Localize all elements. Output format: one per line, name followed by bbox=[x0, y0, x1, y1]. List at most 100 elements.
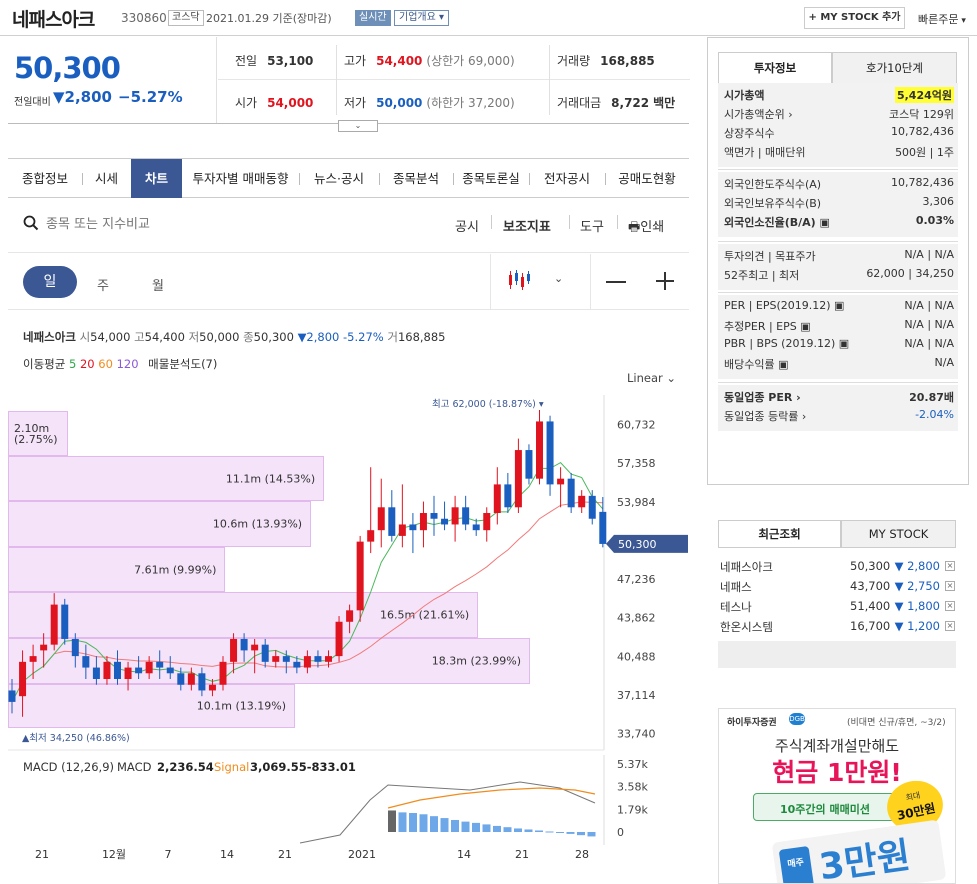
candle bbox=[430, 513, 438, 519]
macd-tick-label: 3.58k bbox=[617, 781, 648, 794]
price-tick-label: 40,488 bbox=[617, 650, 656, 663]
price-tick-label: 43,862 bbox=[617, 612, 656, 625]
candle bbox=[398, 524, 406, 536]
invest-label: PER | EPS(2019.12) ▣ bbox=[724, 299, 845, 312]
candle bbox=[8, 690, 16, 702]
candle bbox=[103, 661, 111, 680]
candle bbox=[177, 673, 185, 685]
macd-histogram-bar bbox=[524, 829, 533, 832]
recent-stock-item[interactable]: 테스나 51,400 ▼ 1,800 × bbox=[718, 596, 956, 616]
price-tick-label: 57,358 bbox=[617, 457, 656, 470]
tab-order-book[interactable]: 호가10단계 bbox=[832, 52, 957, 84]
signal-line bbox=[387, 787, 596, 809]
macd-histogram-bar bbox=[493, 825, 501, 832]
remove-icon[interactable]: × bbox=[945, 581, 955, 591]
macd-label: MACD (12,26,9) bbox=[23, 760, 114, 774]
tab-mystock[interactable]: MY STOCK bbox=[841, 520, 956, 548]
invest-label: 시가총액순위 › bbox=[724, 108, 793, 121]
recent-stock-change: ▼ 1,800 bbox=[894, 599, 940, 613]
invest-value: 10,782,436 bbox=[891, 125, 954, 138]
recent-stock-change: ▼ 1,200 bbox=[894, 619, 940, 633]
candle bbox=[293, 661, 301, 668]
macd-histogram-bar bbox=[482, 824, 491, 832]
invest-label: 동일업종 등락률 › bbox=[724, 410, 807, 423]
ad-banner[interactable]: 하이투자증권 DGB (비대면 신규/휴면, ~3/2) 주식계좌개설만해도 현… bbox=[718, 708, 956, 884]
remove-icon[interactable]: × bbox=[945, 561, 955, 571]
recent-stock-name: 테스나 bbox=[720, 600, 752, 614]
x-axis-label: 7 bbox=[165, 848, 172, 861]
price-chart[interactable]: 60,732 57,358 53,984 47,236 43,862 40,488 37,1… bbox=[0, 0, 700, 884]
candle bbox=[272, 656, 280, 662]
invest-label: 상장주식수 bbox=[724, 127, 775, 140]
candle bbox=[314, 656, 322, 662]
recent-stock-name: 네패스아크 bbox=[720, 560, 773, 574]
add-mystock-button[interactable]: + MY STOCK 추가 bbox=[804, 7, 905, 29]
max-label: 최고 62,000 (-18.87%) ▾ bbox=[432, 399, 544, 410]
invest-row: 52주최고 | 최저 62,000 | 34,250 bbox=[724, 267, 954, 286]
remove-icon[interactable]: × bbox=[945, 601, 955, 611]
recent-stock-price: 43,700 bbox=[850, 579, 891, 593]
invest-row: 추정PER | EPS ▣ N/A | N/A bbox=[724, 318, 954, 337]
invest-value: N/A | N/A bbox=[904, 248, 954, 261]
candle bbox=[525, 450, 533, 479]
invest-value: 코스닥 129위 bbox=[889, 108, 954, 121]
macd-histogram-bar bbox=[409, 813, 417, 832]
price-tick-label: 33,740 bbox=[617, 728, 656, 741]
recent-stock-item[interactable]: 네패스 43,700 ▼ 2,750 × bbox=[718, 576, 956, 596]
recent-stock-item[interactable]: 한온시스템 16,700 ▼ 1,200 × bbox=[718, 616, 956, 636]
macd-tick-label: 0 bbox=[617, 826, 624, 839]
macd-histogram-bar bbox=[545, 831, 554, 833]
candle bbox=[124, 667, 132, 680]
min-label: ▲최저 34,250 (46.86%) bbox=[22, 733, 130, 744]
candle bbox=[514, 450, 522, 508]
tab-invest-info[interactable]: 투자정보 bbox=[718, 52, 832, 84]
candle bbox=[187, 673, 195, 685]
tab-recent[interactable]: 최근조회 bbox=[718, 520, 841, 548]
candle bbox=[198, 673, 206, 691]
recent-stock-change: ▼ 2,800 bbox=[894, 559, 940, 573]
recent-stock-price: 51,400 bbox=[850, 599, 891, 613]
macd-histogram-bar bbox=[398, 812, 407, 832]
divider bbox=[718, 241, 958, 242]
candle bbox=[504, 484, 512, 508]
macd-histogram-bar bbox=[556, 832, 564, 833]
recent-stock-item[interactable]: 네패스아크 50,300 ▼ 2,800 × bbox=[718, 556, 956, 576]
macd-histogram-bar bbox=[461, 821, 470, 832]
invest-value: 10,782,436 bbox=[891, 176, 954, 189]
candle bbox=[145, 661, 153, 674]
macd-tick-label: 5.37k bbox=[617, 758, 648, 771]
x-axis-label: 2021 bbox=[348, 848, 376, 861]
candle bbox=[240, 638, 248, 651]
recent-empty-area bbox=[718, 641, 956, 668]
price-tick-label: 53,984 bbox=[617, 496, 656, 509]
macd-line bbox=[299, 781, 596, 844]
candle bbox=[409, 524, 417, 531]
candle bbox=[441, 518, 449, 525]
invest-value: N/A bbox=[934, 356, 954, 369]
x-axis-label: 28 bbox=[575, 848, 589, 861]
candle bbox=[419, 513, 427, 531]
remove-icon[interactable]: × bbox=[945, 621, 955, 631]
invest-row: 투자의견 | 목표주가 N/A | N/A bbox=[724, 248, 954, 267]
divider bbox=[718, 169, 958, 170]
candle bbox=[40, 644, 48, 651]
invest-value: 0.03% bbox=[915, 214, 954, 227]
invest-row: 동일업종 PER › 20.87배 bbox=[724, 389, 954, 408]
recent-stock-price: 50,300 bbox=[850, 559, 891, 573]
candle bbox=[219, 661, 227, 685]
candle bbox=[451, 507, 459, 525]
macd-histogram-bar bbox=[430, 816, 438, 832]
macd-histogram-bar bbox=[440, 818, 449, 832]
invest-value: 62,000 | 34,250 bbox=[866, 267, 954, 280]
candle bbox=[388, 507, 396, 536]
invest-label: 52주최고 | 최저 bbox=[724, 269, 800, 282]
candle bbox=[166, 667, 174, 674]
candle bbox=[377, 507, 385, 531]
recent-stock-name: 한온시스템 bbox=[720, 620, 773, 634]
ma20-line bbox=[43, 501, 603, 668]
macd-value: 2,236.54 bbox=[157, 760, 214, 774]
invest-value: N/A | N/A bbox=[904, 318, 954, 331]
candle bbox=[567, 478, 575, 508]
quick-order-button[interactable]: 빠른주문 ▾ bbox=[918, 11, 966, 27]
candle bbox=[599, 511, 607, 544]
